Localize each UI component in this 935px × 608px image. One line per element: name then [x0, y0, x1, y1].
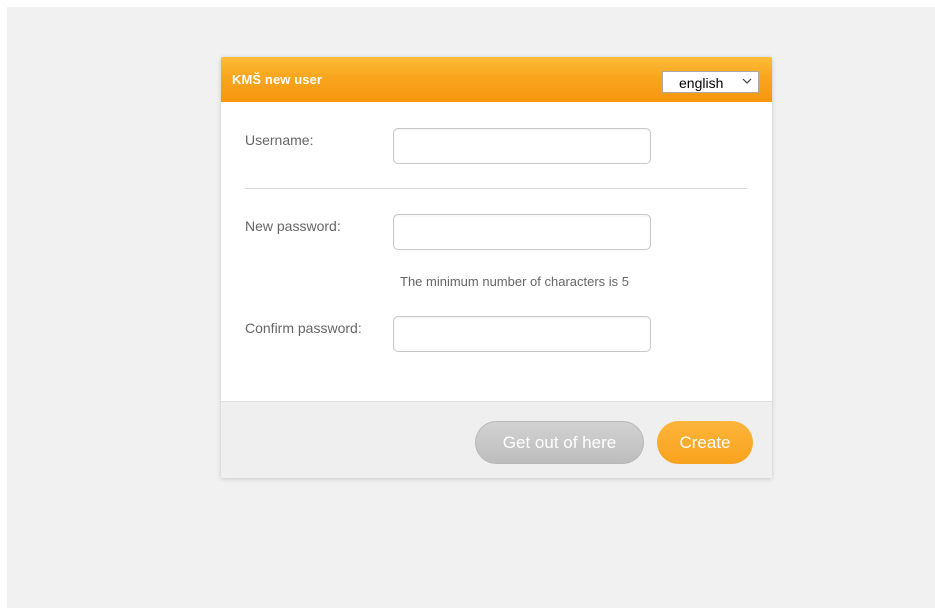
language-select[interactable]: english: [662, 71, 759, 93]
dialog-header: KMŠ new user english: [221, 57, 772, 102]
page-background: KMŠ new user english Username: New passw…: [7, 7, 935, 608]
confirm-password-label: Confirm password:: [245, 320, 362, 336]
form-divider: [245, 188, 747, 189]
confirm-password-input[interactable]: [393, 316, 651, 352]
username-input[interactable]: [393, 128, 651, 164]
password-hint: The minimum number of characters is 5: [400, 274, 630, 289]
language-select-value: english: [679, 75, 724, 91]
new-user-dialog: KMŠ new user english Username: New passw…: [221, 57, 772, 478]
dialog-footer: Get out of here Create: [221, 401, 772, 478]
username-label: Username:: [245, 132, 314, 148]
chevron-down-icon: [741, 74, 753, 88]
new-password-label: New password:: [245, 218, 341, 234]
create-button[interactable]: Create: [657, 421, 753, 464]
dialog-title: KMŠ new user: [232, 72, 323, 87]
cancel-button[interactable]: Get out of here: [475, 421, 644, 464]
new-password-input[interactable]: [393, 214, 651, 250]
